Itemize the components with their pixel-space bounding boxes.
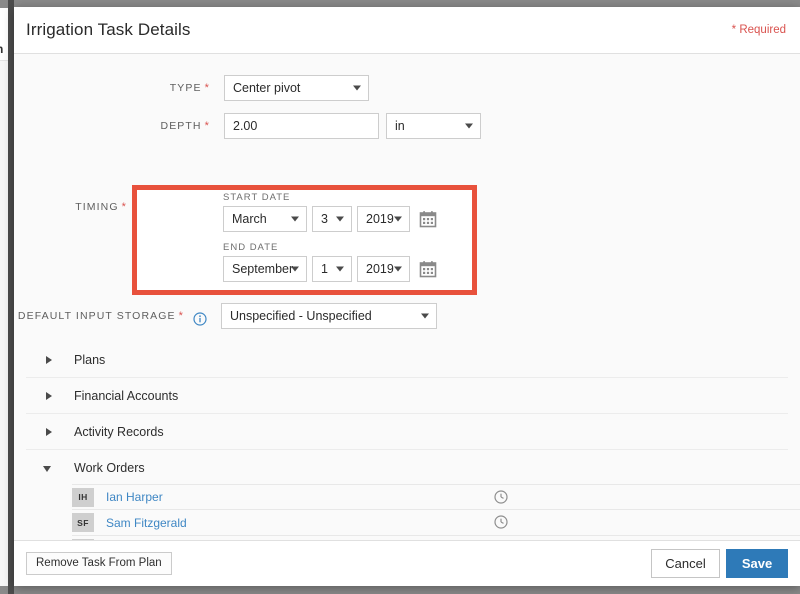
section-work-orders-label: Work Orders: [74, 461, 145, 475]
timing-label-text: TIMING: [75, 201, 119, 213]
start-year-value: 2019: [366, 212, 394, 226]
chevron-down-icon: [394, 266, 402, 272]
avatar: SF: [72, 513, 94, 532]
modal-body: TYPE * Center pivot DEPTH * 2.00 in TIMIN: [14, 54, 800, 540]
default-input-storage-label-text: DEFAULT INPUT STORAGE: [17, 310, 176, 322]
default-input-storage-select[interactable]: Unspecified - Unspecified: [221, 303, 437, 329]
depth-unit-select[interactable]: in: [386, 113, 481, 139]
background-text: n: [0, 42, 3, 56]
start-date-controls: March 3 2019: [223, 206, 437, 232]
start-date-sublabel: START DATE: [223, 192, 291, 203]
work-orders-list: IH Ian Harper SF Sam Fitzgerald: [72, 484, 800, 540]
modal-header: Irrigation Task Details * Required: [14, 7, 800, 54]
calendar-icon[interactable]: [419, 210, 437, 228]
start-month-select[interactable]: March: [223, 206, 307, 232]
required-legend: * Required: [731, 24, 786, 36]
start-day-select[interactable]: 3: [312, 206, 352, 232]
start-month-value: March: [232, 212, 267, 226]
chevron-down-icon: [291, 266, 299, 272]
required-asterisk: *: [204, 82, 210, 94]
section-financial-accounts[interactable]: Financial Accounts: [26, 378, 788, 414]
info-circle-icon[interactable]: [193, 312, 207, 326]
chevron-right-icon: [42, 425, 56, 439]
depth-label-text: DEPTH: [160, 120, 202, 132]
chevron-right-icon: [42, 389, 56, 403]
chevron-down-icon: [336, 266, 344, 272]
end-date-group: END DATE September 1 2019: [223, 242, 437, 282]
cancel-button[interactable]: Cancel: [651, 549, 720, 578]
section-plans[interactable]: Plans: [26, 342, 788, 378]
footer-actions: Cancel Save: [588, 541, 788, 587]
chevron-down-icon: [291, 216, 299, 222]
depth-input-value: 2.00: [233, 119, 258, 133]
chevron-right-icon: [42, 353, 56, 367]
timing-label: TIMING *: [27, 194, 127, 220]
avatar: IH: [72, 487, 94, 507]
type-select[interactable]: Center pivot: [224, 75, 369, 101]
section-plans-label: Plans: [74, 352, 106, 367]
section-activity-records[interactable]: Activity Records: [26, 414, 788, 450]
table-row[interactable]: SF Sam Fitzgerald: [72, 510, 800, 536]
default-input-storage-row: DEFAULT INPUT STORAGE * Unspecified - Uns…: [14, 303, 800, 329]
end-year-value: 2019: [366, 262, 394, 276]
default-input-storage-label: DEFAULT INPUT STORAGE *: [14, 303, 184, 329]
chevron-down-icon: [465, 123, 473, 129]
section-financial-accounts-label: Financial Accounts: [74, 388, 179, 403]
end-month-value: September: [232, 262, 294, 276]
type-label: TYPE *: [14, 75, 210, 101]
irrigation-task-details-modal: Irrigation Task Details * Required TYPE *…: [14, 7, 800, 586]
chevron-down-icon: [42, 461, 56, 475]
table-row[interactable]: IH Ian Harper: [72, 484, 800, 510]
save-button[interactable]: Save: [726, 549, 788, 578]
type-select-value: Center pivot: [233, 81, 301, 95]
calendar-icon[interactable]: [419, 260, 437, 278]
end-date-controls: September 1 2019: [223, 256, 437, 282]
default-input-storage-value: Unspecified - Unspecified: [230, 309, 372, 323]
timing-highlight-box: TIMING * START DATE March 3 2019 END DAT…: [75, 185, 477, 295]
depth-unit-value: in: [395, 119, 405, 133]
section-work-orders[interactable]: Work Orders: [26, 450, 788, 486]
end-date-sublabel: END DATE: [223, 242, 279, 253]
end-day-select[interactable]: 1: [312, 256, 352, 282]
clock-icon[interactable]: [494, 515, 508, 529]
start-date-group: START DATE March 3 2019: [223, 192, 437, 232]
chevron-down-icon: [353, 85, 361, 91]
chevron-down-icon: [421, 313, 429, 319]
depth-field-row: DEPTH * 2.00 in: [14, 113, 800, 139]
type-field-row: TYPE * Center pivot: [14, 75, 800, 101]
end-year-select[interactable]: 2019: [357, 256, 410, 282]
end-month-select[interactable]: September: [223, 256, 307, 282]
work-order-name-link[interactable]: Ian Harper: [106, 490, 163, 504]
depth-label: DEPTH *: [14, 113, 210, 139]
end-day-value: 1: [321, 262, 328, 276]
required-asterisk: *: [204, 120, 210, 132]
depth-input[interactable]: 2.00: [224, 113, 379, 139]
work-order-name-link[interactable]: Sam Fitzgerald: [106, 516, 187, 530]
modal-footer: Remove Task From Plan Cancel Save: [14, 540, 800, 586]
required-asterisk: *: [121, 201, 127, 213]
remove-task-from-plan-button[interactable]: Remove Task From Plan: [26, 552, 172, 575]
clock-icon[interactable]: [494, 490, 508, 504]
required-asterisk: *: [178, 310, 184, 322]
start-day-value: 3: [321, 212, 328, 226]
page-title: Irrigation Task Details: [26, 20, 191, 39]
type-label-text: TYPE: [169, 82, 202, 94]
section-activity-records-label: Activity Records: [74, 424, 164, 439]
chevron-down-icon: [336, 216, 344, 222]
start-year-select[interactable]: 2019: [357, 206, 410, 232]
chevron-down-icon: [394, 216, 402, 222]
